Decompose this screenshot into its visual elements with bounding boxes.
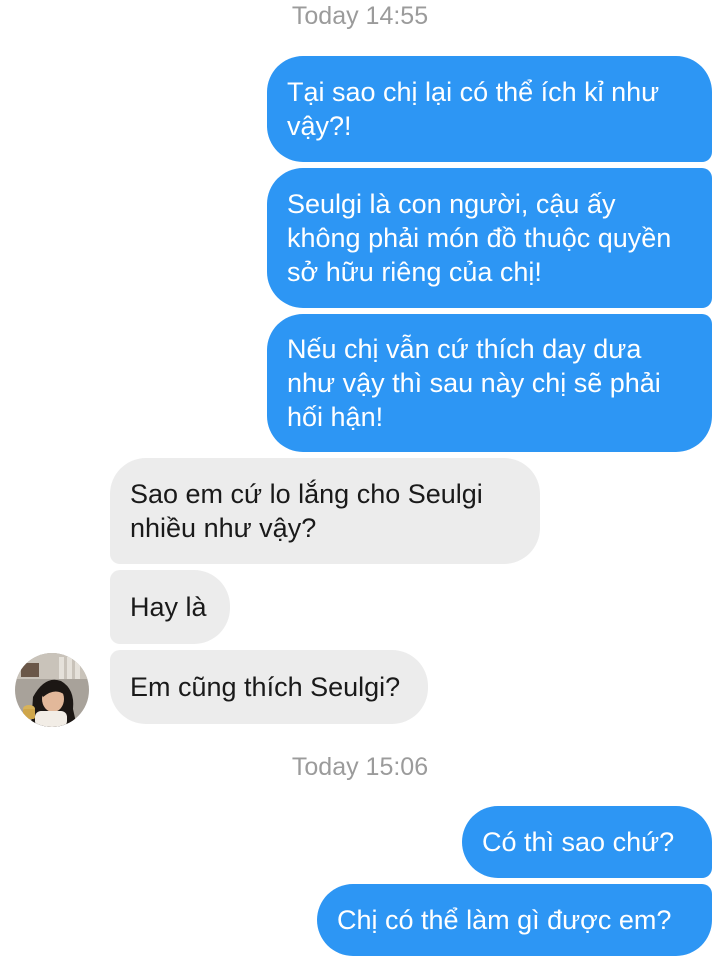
message-text: Nếu chị vẫn cứ thích day dưa như vậy thì… [287,334,661,432]
contact-avatar[interactable] [15,653,89,727]
message-bubble-outgoing[interactable]: Tại sao chị lại có thể ích kỉ như vậy?! [267,56,712,162]
message-text: Em cũng thích Seulgi? [130,672,401,702]
message-bubble-incoming[interactable]: Sao em cứ lo lắng cho Seulgi nhiều như v… [110,458,540,564]
message-bubble-outgoing[interactable]: Seulgi là con người, cậu ấy không phải m… [267,168,712,308]
message-bubble-outgoing[interactable]: Có thì sao chứ? [462,806,712,878]
message-text: Sao em cứ lo lắng cho Seulgi nhiều như v… [130,479,483,543]
message-bubble-incoming[interactable]: Hay là [110,570,230,644]
message-text: Hay là [130,592,207,622]
message-bubble-outgoing[interactable]: Chị có thể làm gì được em? [317,884,712,956]
contact-avatar-photo-icon [15,653,89,727]
message-text: Seulgi là con người, cậu ấy không phải m… [287,189,672,287]
timestamp: Today 14:55 [291,2,429,30]
timestamp: Today 15:06 [291,753,429,781]
message-text: Chị có thể làm gì được em? [337,905,672,935]
message-bubble-outgoing[interactable]: Nếu chị vẫn cứ thích day dưa như vậy thì… [267,314,712,452]
message-text: Có thì sao chứ? [482,827,675,857]
message-text: Tại sao chị lại có thể ích kỉ như vậy?! [287,77,660,141]
message-bubble-incoming[interactable]: Em cũng thích Seulgi? [110,650,428,724]
